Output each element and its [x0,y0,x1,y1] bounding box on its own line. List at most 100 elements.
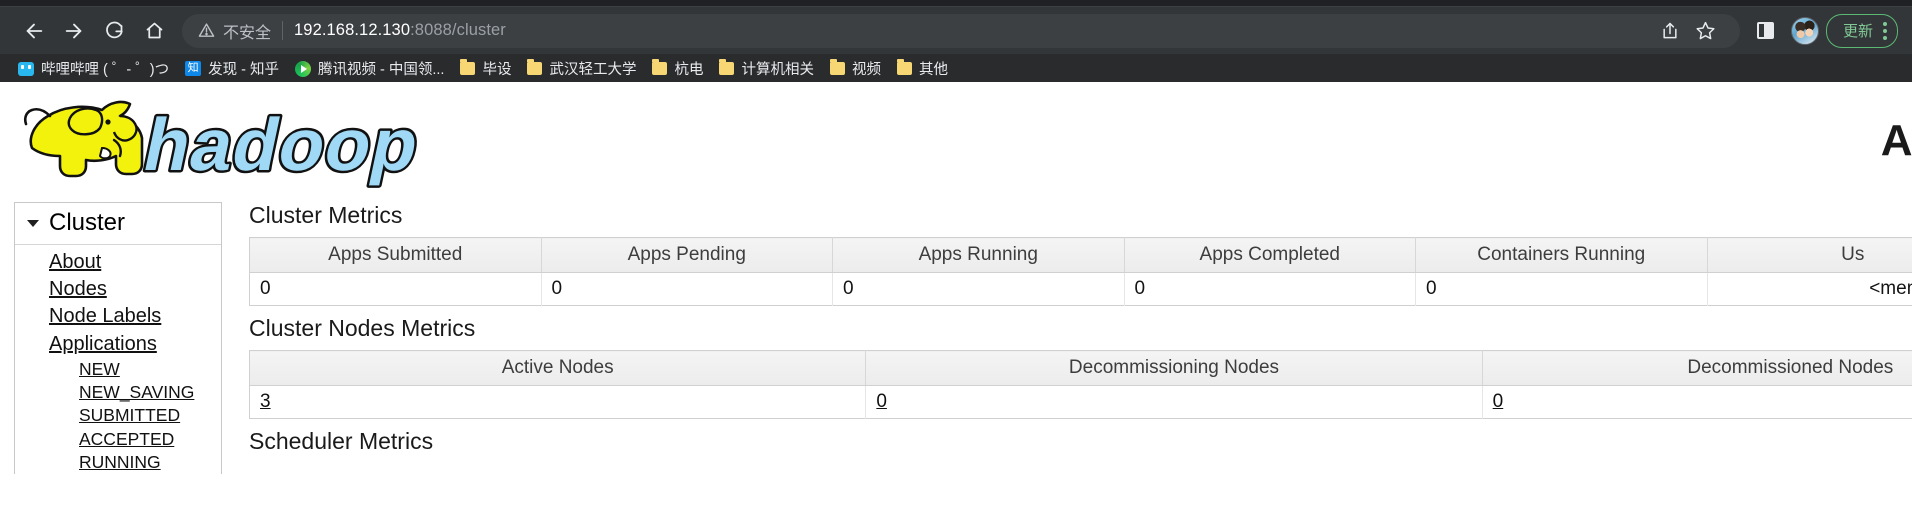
folder-icon [829,59,845,75]
address-bar[interactable]: 不安全 192.168.12.130:8088/cluster [182,13,1740,49]
list-item: Nodes [15,276,221,303]
folder-icon [460,59,476,75]
tencent-video-icon [294,60,311,77]
cluster-nodes-metrics-table: Active Nodes Decommissioning Nodes Decom… [249,350,1912,419]
sidebar-item-about[interactable]: About [49,249,101,276]
page-body: Cluster About Nodes Node Labels Applicat… [0,202,1912,475]
page-header: hadoop A [0,82,1912,202]
bookmark-label: 发现 - 知乎 [208,62,279,78]
folder-icon [896,59,912,75]
cluster-metrics-title: Cluster Metrics [249,202,403,228]
bookmark-label: 计算机相关 [741,62,814,78]
cell-used-resources: <memory:0 B, [1707,272,1912,306]
omnibox-divider [282,21,284,40]
sidebar-item-new[interactable]: NEW [79,358,120,381]
zhihu-icon: 知 [185,61,202,76]
security-label: 不安全 [223,24,272,42]
page-title: A [1880,116,1912,165]
decommissioned-nodes-link[interactable]: 0 [1493,391,1504,412]
sidebar: Cluster About Nodes Node Labels Applicat… [14,202,222,475]
hadoop-logo[interactable]: hadoop [10,86,480,196]
list-item: About [15,249,221,276]
column-header-decommissioning-nodes: Decommissioning Nodes [865,350,1483,386]
table-row: 3 0 0 [249,385,1912,419]
folder-icon [719,59,735,75]
url-text[interactable]: 192.168.12.130:8088/cluster [294,21,506,40]
cluster-nodes-metrics-title: Cluster Nodes Metrics [249,315,476,341]
update-button-label: 更新 [1842,23,1873,40]
column-header-apps-submitted: Apps Submitted [249,237,542,273]
decommissioning-nodes-link[interactable]: 0 [876,391,887,412]
sidebar-item-nodes[interactable]: Nodes [49,276,107,303]
table-header: Apps Submitted Apps Pending Apps Running… [249,237,1912,273]
column-header-decommissioned-nodes: Decommissioned Nodes [1482,350,1912,386]
list-item: Node Labels [15,303,221,330]
list-item: SUBMITTED [15,404,221,427]
bookmark-item[interactable]: 知发现 - 知乎 [177,57,287,81]
star-icon[interactable] [1688,13,1724,49]
browser-chrome: 不安全 192.168.12.130:8088/cluster 更新 哔哩哔哩 … [0,0,1912,83]
table-header: Active Nodes Decommissioning Nodes Decom… [249,350,1912,386]
cell-containers-running: 0 [1415,272,1708,306]
scheduler-metrics-title: Scheduler Metrics [249,428,434,454]
column-header-apps-completed: Apps Completed [1124,237,1416,273]
sidebar-list: About Nodes Node Labels Applications NEW… [15,245,221,474]
reload-button[interactable] [94,11,134,51]
warning-triangle-icon [198,22,215,39]
cluster-metrics-table: Apps Submitted Apps Pending Apps Running… [249,237,1912,306]
table-body: 0 0 0 0 0 <memory:0 B, [249,272,1912,306]
main-panel: Cluster Metrics Apps Submitted Apps Pend… [222,202,1912,474]
bookmark-item[interactable]: 武汉轻工大学 [519,57,644,81]
bookmark-item[interactable]: 计算机相关 [711,57,822,81]
column-header-containers-running: Containers Running [1415,237,1708,273]
list-item: ACCEPTED [15,428,221,451]
bookmark-item[interactable]: 腾讯视频 - 中国领... [287,57,452,81]
cell-apps-submitted: 0 [249,272,542,306]
bookmark-label: 武汉轻工大学 [549,62,637,78]
sidebar-item-running[interactable]: RUNNING [79,451,161,474]
sidebar-header[interactable]: Cluster [15,203,221,245]
share-icon[interactable] [1652,13,1688,49]
cell-decommissioned-nodes[interactable]: 0 [1482,385,1912,419]
triangle-down-icon[interactable] [27,219,39,227]
bookmark-item[interactable]: 毕设 [452,57,519,81]
sidebar-item-applications[interactable]: Applications [49,331,157,358]
forward-button[interactable] [54,11,94,51]
cell-apps-pending: 0 [541,272,833,306]
tab-strip[interactable] [0,0,1912,7]
cell-active-nodes[interactable]: 3 [249,385,867,419]
back-button[interactable] [14,11,54,51]
column-header-active-nodes: Active Nodes [249,350,867,386]
sidebar-item-node-labels[interactable]: Node Labels [49,303,161,330]
bookmark-item[interactable]: 其他 [889,57,956,81]
bookmark-item[interactable]: 哔哩哔哩 ( ゜- ゜)つ [10,57,177,81]
cell-decommissioning-nodes[interactable]: 0 [865,385,1483,419]
sidebar-item-submitted[interactable]: SUBMITTED [79,404,180,427]
table-body: 3 0 0 [249,385,1912,419]
bilibili-icon [18,61,34,76]
cell-apps-running: 0 [832,272,1125,306]
bookmark-label: 杭电 [674,62,704,78]
side-panel-icon[interactable] [1748,13,1784,49]
bookmark-label: 腾讯视频 - 中国领... [317,62,445,78]
omnibox-actions [1652,13,1724,49]
browser-window: 不安全 192.168.12.130:8088/cluster 更新 哔哩哔哩 … [0,0,1912,515]
side-panel-glyph [1757,22,1775,39]
sidebar-item-new-saving[interactable]: NEW_SAVING [79,381,194,404]
folder-icon [652,59,668,75]
browser-toolbar: 不安全 192.168.12.130:8088/cluster 更新 [0,7,1912,54]
list-item: NEW_SAVING [15,381,221,404]
bookmark-item[interactable]: 视频 [822,57,889,81]
sidebar-item-accepted[interactable]: ACCEPTED [79,428,174,451]
bookmark-item[interactable]: 杭电 [644,57,711,81]
avatar[interactable] [1790,16,1819,45]
home-button[interactable] [134,11,174,51]
bookmark-label: 视频 [851,62,881,78]
cell-apps-completed: 0 [1124,272,1416,306]
active-nodes-link[interactable]: 3 [260,391,271,412]
bookmark-label: 其他 [918,62,948,78]
update-button[interactable]: 更新 [1825,13,1898,48]
kebab-menu-icon[interactable] [1883,21,1887,40]
url-path: :8088/cluster [410,21,506,39]
svg-text:hadoop: hadoop [137,103,428,186]
